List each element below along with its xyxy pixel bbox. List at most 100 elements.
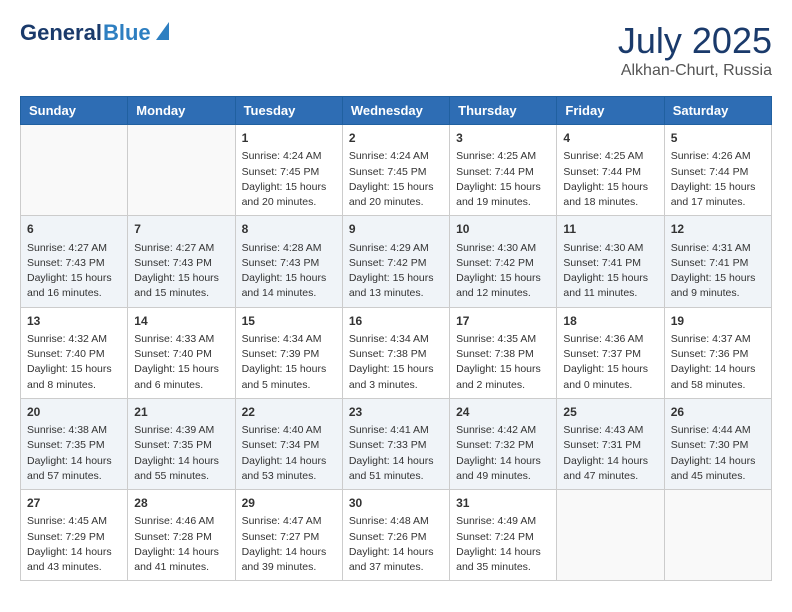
- sunset-text: Sunset: 7:28 PM: [134, 531, 212, 543]
- sunrise-text: Sunrise: 4:31 AM: [671, 242, 751, 254]
- calendar-cell: 31Sunrise: 4:49 AMSunset: 7:24 PMDayligh…: [450, 490, 557, 581]
- calendar-cell: 24 Sunrise: 4:42 AM Sunset: 7:32 PM Dayligh…: [450, 398, 557, 489]
- page-header: General Blue July 2025 Alkhan-Churt, Rus…: [20, 20, 772, 80]
- sunrise-text: Sunrise: 4:28 AM: [242, 242, 322, 254]
- col-header-tuesday: Tuesday: [235, 97, 342, 125]
- day-number: 15: [242, 313, 336, 330]
- day-number: 10: [456, 221, 550, 238]
- sunrise-text: Sunrise: 4:45 AM: [27, 515, 107, 527]
- calendar-cell: [21, 125, 128, 216]
- day-number: 17: [456, 313, 550, 330]
- calendar-week-row: 1 Sunrise: 4:24 AM Sunset: 7:45 PM Daylight…: [21, 125, 772, 216]
- sunrise-text: Sunrise: 4:42 AM: [456, 424, 536, 436]
- daylight-text: Daylight: 15 hours and 5 minutes.: [242, 363, 327, 390]
- calendar-cell: 5Sunrise: 4:26 AMSunset: 7:44 PMDaylight…: [664, 125, 771, 216]
- day-number: 24: [456, 404, 550, 421]
- day-number: 18: [563, 313, 657, 330]
- day-number: 8: [242, 221, 336, 238]
- day-number: 25: [563, 404, 657, 421]
- sunset-text: Sunset: 7:32 PM: [456, 439, 534, 451]
- day-number: 22: [242, 404, 336, 421]
- sunset-text: Sunset: 7:30 PM: [671, 439, 749, 451]
- day-number: 13: [27, 313, 121, 330]
- calendar-cell: 1Sunrise: 4:24 AMSunset: 7:45 PMDaylight…: [235, 125, 342, 216]
- sunset-text: Sunset: 7:38 PM: [456, 348, 534, 360]
- daylight-text: Daylight: 15 hours and 3 minutes.: [349, 363, 434, 390]
- calendar-cell: 27Sunrise: 4:45 AMSunset: 7:29 PMDayligh…: [21, 490, 128, 581]
- sunset-text: Sunset: 7:39 PM: [242, 348, 320, 360]
- daylight-text: Daylight: 15 hours and 20 minutes.: [242, 181, 327, 208]
- sunrise-text: Sunrise: 4:33 AM: [134, 333, 214, 345]
- sunset-text: Sunset: 7:45 PM: [242, 166, 320, 178]
- day-number: 29: [242, 495, 336, 512]
- sunrise-text: Sunrise: 4:34 AM: [242, 333, 322, 345]
- sunrise-text: Sunrise: 4:41 AM: [349, 424, 429, 436]
- sunrise-text: Sunrise: 4:43 AM: [563, 424, 643, 436]
- sunrise-text: Sunrise: 4:26 AM: [671, 150, 751, 162]
- sunrise-text: Sunrise: 4:30 AM: [456, 242, 536, 254]
- sunset-text: Sunset: 7:41 PM: [671, 257, 749, 269]
- col-header-thursday: Thursday: [450, 97, 557, 125]
- day-number: 26: [671, 404, 765, 421]
- col-header-sunday: Sunday: [21, 97, 128, 125]
- calendar-cell: 19Sunrise: 4:37 AMSunset: 7:36 PMDayligh…: [664, 307, 771, 398]
- sunrise-text: Sunrise: 4:48 AM: [349, 515, 429, 527]
- calendar-cell: 18Sunrise: 4:36 AMSunset: 7:37 PMDayligh…: [557, 307, 664, 398]
- calendar-cell: 13Sunrise: 4:32 AMSunset: 7:40 PMDayligh…: [21, 307, 128, 398]
- sunrise-text: Sunrise: 4:32 AM: [27, 333, 107, 345]
- day-number: 28: [134, 495, 228, 512]
- day-number: 30: [349, 495, 443, 512]
- calendar-cell: [557, 490, 664, 581]
- sunset-text: Sunset: 7:27 PM: [242, 531, 320, 543]
- sunset-text: Sunset: 7:24 PM: [456, 531, 534, 543]
- calendar-cell: 22Sunrise: 4:40 AMSunset: 7:34 PMDayligh…: [235, 398, 342, 489]
- daylight-text: Daylight: 15 hours and 0 minutes.: [563, 363, 648, 390]
- title-block: July 2025 Alkhan-Churt, Russia: [618, 20, 772, 80]
- daylight-text: Daylight: 15 hours and 12 minutes.: [456, 272, 541, 299]
- sunrise-text: Sunrise: 4:27 AM: [27, 242, 107, 254]
- day-number: 31: [456, 495, 550, 512]
- sunset-text: Sunset: 7:40 PM: [134, 348, 212, 360]
- day-number: 11: [563, 221, 657, 238]
- daylight-text: Daylight: 14 hours and 41 minutes.: [134, 546, 219, 573]
- daylight-text: Daylight: 14 hours and 58 minutes.: [671, 363, 756, 390]
- sunrise-text: Sunrise: 4:36 AM: [563, 333, 643, 345]
- daylight-text: Daylight: 15 hours and 18 minutes.: [563, 181, 648, 208]
- sunset-text: Sunset: 7:44 PM: [456, 166, 534, 178]
- day-number: 12: [671, 221, 765, 238]
- daylight-text: Daylight: 14 hours and 53 minutes.: [242, 455, 327, 482]
- calendar-week-row: 6Sunrise: 4:27 AMSunset: 7:43 PMDaylight…: [21, 216, 772, 307]
- sunrise-text: Sunrise: 4:24 AM: [349, 150, 429, 162]
- day-number: 14: [134, 313, 228, 330]
- daylight-text: Daylight: 14 hours and 49 minutes.: [456, 455, 541, 482]
- calendar-cell: 23Sunrise: 4:41 AMSunset: 7:33 PMDayligh…: [342, 398, 449, 489]
- daylight-text: Daylight: 15 hours and 6 minutes.: [134, 363, 219, 390]
- sunset-text: Sunset: 7:43 PM: [242, 257, 320, 269]
- calendar-week-row: 27Sunrise: 4:45 AMSunset: 7:29 PMDayligh…: [21, 490, 772, 581]
- day-number: 20: [27, 404, 121, 421]
- calendar-cell: 8Sunrise: 4:28 AMSunset: 7:43 PMDaylight…: [235, 216, 342, 307]
- daylight-text: Daylight: 15 hours and 19 minutes.: [456, 181, 541, 208]
- day-number: 5: [671, 130, 765, 147]
- day-number: 1: [242, 130, 336, 147]
- sunrise-text: Sunrise: 4:25 AM: [456, 150, 536, 162]
- sunset-text: Sunset: 7:45 PM: [349, 166, 427, 178]
- day-number: 7: [134, 221, 228, 238]
- sunrise-text: Sunrise: 4:40 AM: [242, 424, 322, 436]
- sunrise-text: Sunrise: 4:34 AM: [349, 333, 429, 345]
- sunset-text: Sunset: 7:40 PM: [27, 348, 105, 360]
- calendar-week-row: 20Sunrise: 4:38 AMSunset: 7:35 PMDayligh…: [21, 398, 772, 489]
- sunrise-text: Sunrise: 4:46 AM: [134, 515, 214, 527]
- sunset-text: Sunset: 7:33 PM: [349, 439, 427, 451]
- daylight-text: Daylight: 15 hours and 2 minutes.: [456, 363, 541, 390]
- daylight-text: Daylight: 15 hours and 17 minutes.: [671, 181, 756, 208]
- calendar-cell: [664, 490, 771, 581]
- day-number: 4: [563, 130, 657, 147]
- day-number: 2: [349, 130, 443, 147]
- sunrise-text: Sunrise: 4:47 AM: [242, 515, 322, 527]
- col-header-friday: Friday: [557, 97, 664, 125]
- sunrise-text: Sunrise: 4:49 AM: [456, 515, 536, 527]
- sunset-text: Sunset: 7:43 PM: [27, 257, 105, 269]
- day-number: 23: [349, 404, 443, 421]
- calendar-cell: 10Sunrise: 4:30 AMSunset: 7:42 PMDayligh…: [450, 216, 557, 307]
